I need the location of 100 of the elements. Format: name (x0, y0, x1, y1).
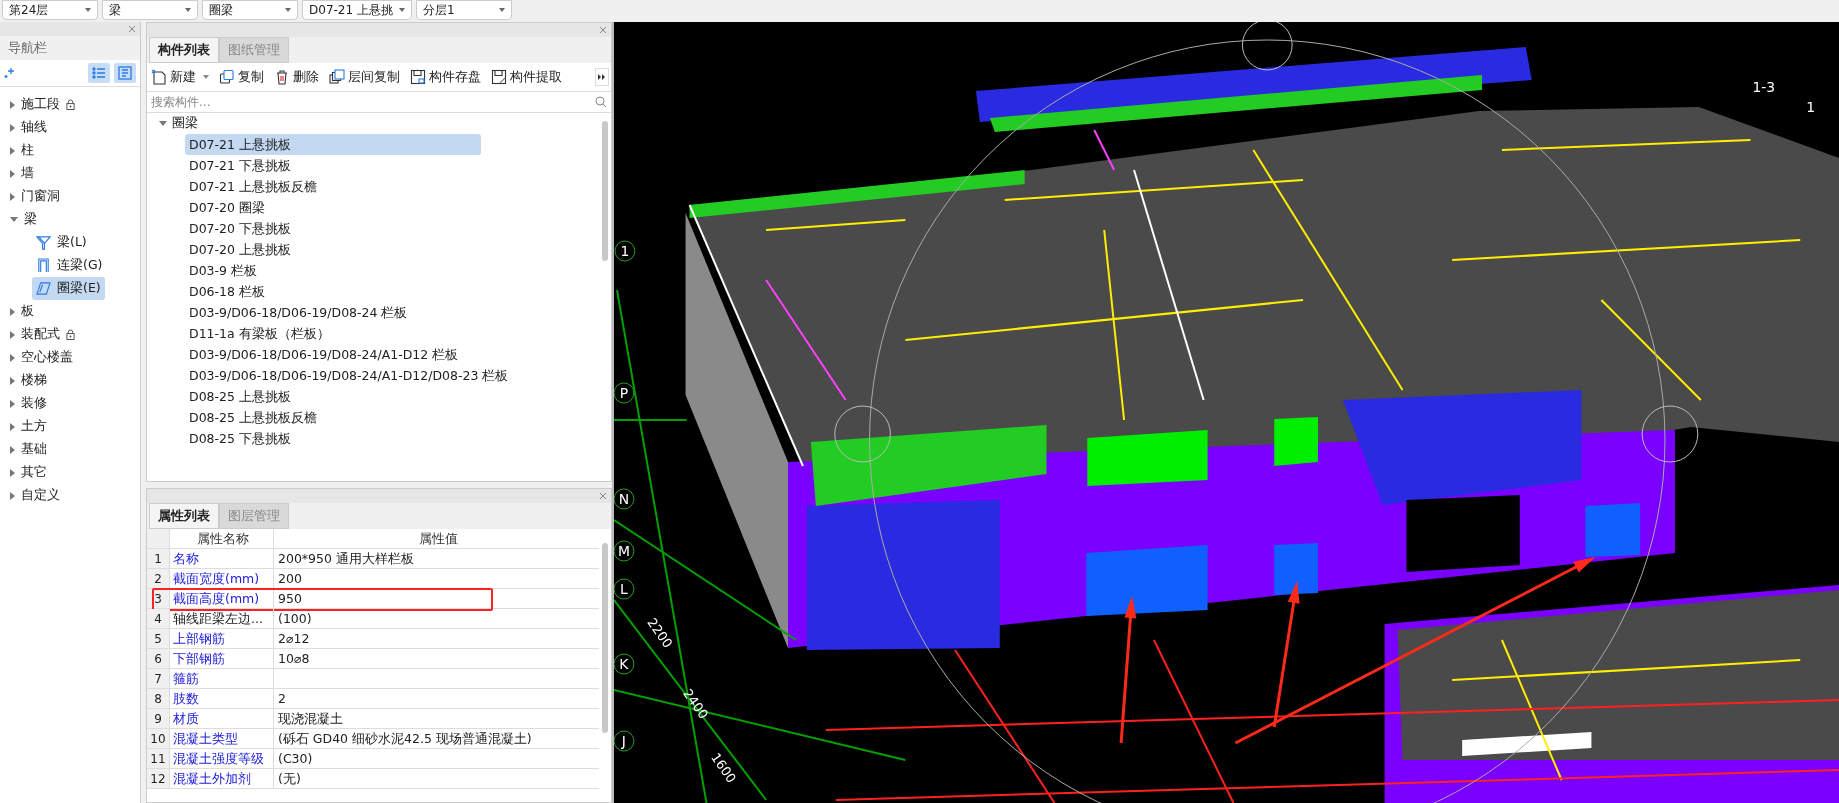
extract-button[interactable]: 构件提取 (489, 66, 564, 88)
table-row[interactable]: 9 材质 现浇混凝土 (147, 709, 599, 729)
property-value[interactable]: 200*950 通用大样栏板 (274, 549, 599, 568)
row-number: 10 (147, 729, 170, 748)
nav-tree-item[interactable]: 土方 (0, 415, 140, 438)
component-item[interactable]: D07-21 下悬挑板 (185, 155, 481, 176)
copy-icon (219, 69, 235, 85)
table-row[interactable]: 11 混凝土强度等级 (C30) (147, 749, 599, 769)
detail-view-button[interactable] (114, 63, 136, 83)
table-row[interactable]: 1 名称 200*950 通用大样栏板 (147, 549, 599, 569)
nav-tree-item[interactable]: 轴线 (0, 116, 140, 139)
component-item[interactable]: D03-9 栏板 (185, 260, 481, 281)
floor-selector[interactable]: D07-21 上悬挑 (302, 0, 412, 20)
property-value[interactable]: 950 (274, 589, 599, 608)
property-value[interactable]: (砾石 GD40 细砂水泥42.5 现场普通混凝土) (274, 729, 599, 748)
component-item[interactable]: D07-20 圈梁 (185, 197, 481, 218)
property-value[interactable]: (C30) (274, 749, 599, 768)
component-item[interactable]: D08-25 上悬挑板反檐 (185, 407, 481, 428)
panel-tab[interactable]: 属性列表 (149, 503, 219, 529)
nav-subitem[interactable]: 圈梁(E) (32, 277, 105, 300)
component-item[interactable]: D07-21 上悬挑板 (185, 134, 481, 155)
floor-selector[interactable]: 第24层 (2, 0, 98, 20)
component-item[interactable]: D07-20 下悬挑板 (185, 218, 481, 239)
property-name: 混凝土类型 (170, 729, 274, 748)
double-chevron-icon (598, 73, 606, 81)
nav-tree-item[interactable]: 基础 (0, 438, 140, 461)
nav-tree-item[interactable]: 板 (0, 300, 140, 323)
component-item[interactable]: D06-18 栏板 (185, 281, 481, 302)
floor-selector[interactable]: 梁 (102, 0, 198, 20)
nav-tree-item[interactable]: 柱 (0, 139, 140, 162)
close-icon[interactable] (128, 25, 136, 33)
table-row[interactable]: 6 下部钢筋 10⌀8 (147, 649, 599, 669)
nav-tree-item[interactable]: 自定义 (0, 484, 140, 507)
property-name: 材质 (170, 709, 274, 728)
nav-item-label: 门窗洞 (21, 188, 60, 205)
component-item[interactable]: D03-9/D06-18/D06-19/D08-24/A1-D12/D08-23 栏板 (185, 365, 509, 386)
floor-copy-button[interactable]: 层间复制 (327, 66, 402, 88)
table-row[interactable]: 2 截面宽度(mm) 200 (147, 569, 599, 589)
caret-icon (85, 8, 91, 12)
component-item[interactable]: D03-9/D06-18/D06-19/D08-24 栏板 (185, 302, 481, 323)
floor-selector[interactable]: 分层1 (415, 0, 512, 20)
property-value[interactable]: 现浇混凝土 (274, 709, 599, 728)
component-item[interactable]: D07-20 上悬挑板 (185, 239, 481, 260)
nav-tree-item[interactable]: 空心楼盖 (0, 346, 140, 369)
nav-tree-item[interactable]: 装修 (0, 392, 140, 415)
close-icon[interactable] (599, 492, 607, 500)
nav-tree-item[interactable]: 梁 (0, 208, 140, 231)
table-row[interactable]: 4 轴线距梁左边... (100) (147, 609, 599, 629)
nav-tree-item[interactable]: 施工段 (0, 93, 140, 116)
nav-item-label: 墙 (21, 165, 34, 182)
nav-subitem[interactable]: 连梁(G) (32, 254, 107, 277)
component-item[interactable]: D03-9/D06-18/D06-19/D08-24/A1-D12 栏板 (185, 344, 481, 365)
component-item[interactable]: D11-1a 有梁板（栏板） (185, 323, 481, 344)
table-row[interactable]: 8 肢数 2 (147, 689, 599, 709)
scrollbar-thumb[interactable] (602, 121, 608, 261)
nav-tree-item[interactable]: 装配式 (0, 323, 140, 346)
nav-tree-item[interactable]: 门窗洞 (0, 185, 140, 208)
rotation-handle-circle[interactable] (1641, 405, 1699, 463)
nav-item-label: 楼梯 (21, 372, 47, 389)
table-row[interactable]: 10 混凝土类型 (砾石 GD40 细砂水泥42.5 现场普通混凝土) (147, 729, 599, 749)
delete-button[interactable]: 删除 (272, 66, 321, 88)
table-row[interactable]: 5 上部钢筋 2⌀12 (147, 629, 599, 649)
table-row[interactable]: 7 箍筋 (147, 669, 599, 689)
more-button[interactable] (595, 68, 609, 86)
nav-item-label: 其它 (21, 464, 47, 481)
search-field[interactable]: 搜索构件... (151, 95, 595, 109)
component-item[interactable]: D08-25 上悬挑板 (185, 386, 481, 407)
property-value[interactable]: (100) (274, 609, 599, 628)
save-button[interactable]: 构件存盘 (408, 66, 483, 88)
row-number: 12 (147, 769, 170, 788)
nav-tree-item[interactable]: 墙 (0, 162, 140, 185)
property-value[interactable]: 2⌀12 (274, 629, 599, 648)
property-value[interactable]: 2 (274, 689, 599, 708)
sparkle-icon[interactable] (4, 67, 16, 79)
nav-tree-item[interactable]: 楼梯 (0, 369, 140, 392)
list-view-button[interactable] (88, 63, 110, 83)
save-icon (410, 69, 426, 85)
nav-tree-item[interactable]: 其它 (0, 461, 140, 484)
table-row[interactable]: 12 混凝土外加剂 (无) (147, 769, 599, 789)
arch-icon (36, 258, 51, 273)
close-icon[interactable] (599, 26, 607, 34)
panel-tab[interactable]: 构件列表 (149, 37, 219, 63)
property-value[interactable]: 200 (274, 569, 599, 588)
component-item[interactable]: D07-21 上悬挑板反檐 (185, 176, 481, 197)
column-header: 属性名称 (170, 529, 274, 548)
property-value[interactable]: 10⌀8 (274, 649, 599, 668)
nav-subitem[interactable]: 梁(L) (32, 231, 91, 254)
floor-selector[interactable]: 圈梁 (202, 0, 298, 20)
scrollbar-thumb[interactable] (602, 543, 608, 733)
new-button[interactable]: 新建 (149, 66, 211, 88)
panel-title: 导航栏 (0, 36, 140, 60)
axis-bubble: N (614, 488, 635, 510)
copy-button[interactable]: 复制 (217, 66, 266, 88)
property-name: 截面高度(mm) (170, 589, 274, 608)
parallelogram-icon (36, 281, 51, 296)
component-item[interactable]: D08-25 下悬挑板 (185, 428, 481, 449)
property-value[interactable]: (无) (274, 769, 599, 788)
axis-bubble: L (614, 578, 635, 600)
rotation-handle-circle[interactable] (834, 405, 891, 463)
tree-group[interactable]: 圈梁 (159, 113, 599, 134)
